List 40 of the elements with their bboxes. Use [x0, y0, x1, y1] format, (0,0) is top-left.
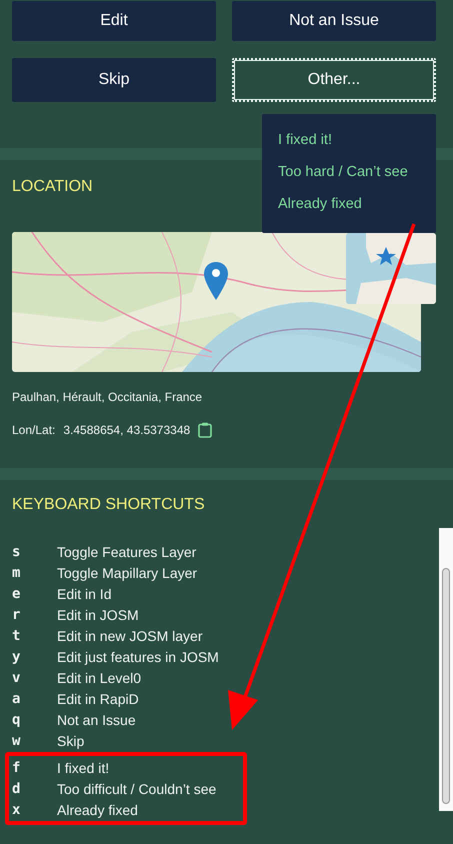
menu-item[interactable]: I fixed it! [262, 130, 436, 150]
action-button[interactable]: Skip [12, 58, 216, 102]
shortcut-action: I fixed it! [57, 760, 110, 776]
shortcut-key: x [12, 802, 57, 818]
shortcut-action: Edit in Level0 [57, 670, 142, 686]
shortcut-action: Edit just features in JOSM [57, 648, 219, 664]
action-button[interactable]: Other... [232, 58, 436, 102]
shortcut-action: Edit in RapiD [57, 690, 139, 706]
lonlat-value: 3.4588654, 43.5373348 [63, 423, 190, 437]
lonlat-label: Lon/Lat: [12, 423, 56, 437]
action-button[interactable]: Not an Issue [232, 1, 436, 41]
shortcut-action: Already fixed [57, 802, 138, 818]
action-button[interactable]: Edit [12, 1, 216, 41]
shortcut-key: v [12, 670, 57, 686]
menu-item[interactable]: Too hard / Can’t see [262, 162, 436, 182]
shortcut-action: Too difficult / Couldn’t see [57, 780, 216, 796]
shortcut-key: m [12, 564, 57, 580]
shortcut-key: a [12, 690, 57, 706]
shortcut-action: Edit in Id [57, 586, 112, 602]
section-title: LOCATION [11, 178, 94, 196]
shortcut-action: Toggle Mapillary Layer [57, 564, 198, 580]
address-text: Paulhan, Hérault, Occitania, France [11, 390, 204, 404]
shortcut-action: Edit in new JOSM layer [57, 628, 202, 644]
shortcut-action: Skip [57, 732, 84, 748]
shortcut-key: q [12, 712, 57, 728]
scrollbar[interactable] [439, 528, 453, 811]
shortcut-key: r [12, 606, 57, 622]
shortcut-key: y [12, 648, 57, 664]
menu-item[interactable]: Already fixed [262, 194, 436, 214]
shortcut-key: e [12, 586, 57, 602]
clipboard-icon[interactable] [198, 422, 212, 438]
shortcut-action: Edit in JOSM [57, 606, 139, 622]
section-title: KEYBOARD SHORTCUTS [11, 496, 206, 514]
shortcut-key: s [12, 544, 57, 560]
shortcut-key: w [12, 732, 57, 748]
shortcut-action: Not an Issue [57, 712, 136, 728]
shortcut-key: d [12, 780, 57, 796]
shortcut-key: t [12, 628, 57, 644]
shortcut-key: f [12, 760, 57, 776]
shortcut-action: Toggle Features Layer [57, 544, 196, 560]
